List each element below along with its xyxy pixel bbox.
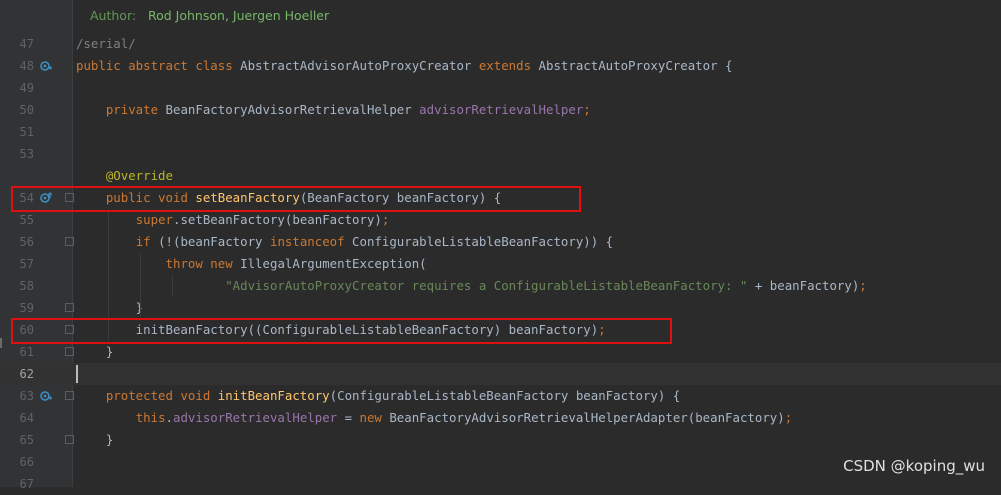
code-text: throw new IllegalArgumentException( [165, 256, 427, 271]
code-line[interactable]: 67 [0, 473, 1001, 495]
code-line[interactable]: 56 if (!(beanFactory instanceof Configur… [0, 231, 1001, 253]
line-number: 58 [19, 279, 34, 293]
code-line[interactable]: 61 } [0, 341, 1001, 363]
code-line[interactable]: 49 [0, 77, 1001, 99]
line-number: 55 [19, 213, 34, 227]
text-caret [76, 365, 78, 383]
code-line[interactable]: 51 [0, 121, 1001, 143]
code-text: } [76, 344, 114, 359]
code-line[interactable]: 48 public abstract class AbstractAdvisorA… [0, 55, 1001, 77]
fold-marker-icon[interactable] [65, 347, 74, 356]
code-line[interactable]: @Override [0, 165, 1001, 187]
highlight-box-initbeanfactory-call [11, 318, 672, 344]
author-label: Author: [90, 8, 137, 23]
code-text: } [76, 432, 114, 447]
code-text: private BeanFactoryAdvisorRetrievalHelpe… [105, 102, 591, 117]
scroll-marker [0, 338, 2, 348]
code-text: @Override [105, 168, 173, 183]
author-value: Rod Johnson, Juergen Hoeller [148, 8, 330, 23]
code-line[interactable]: 63 protected void initBeanFactory(Config… [0, 385, 1001, 407]
line-number: 48 [19, 59, 34, 73]
code-line[interactable]: 64 this.advisorRetrievalHelper = new Bea… [0, 407, 1001, 429]
code-line[interactable]: 62 [0, 363, 1001, 385]
code-line[interactable]: 47/serial/ [0, 33, 1001, 55]
line-number: 49 [19, 81, 34, 95]
line-number: 57 [19, 257, 34, 271]
implemented-method-icon[interactable] [40, 60, 52, 72]
line-number: 59 [19, 301, 34, 315]
code-text: this.advisorRetrievalHelper = new BeanFa… [135, 410, 793, 425]
javadoc-author: Author: Rod Johnson, Juergen Hoeller [90, 8, 329, 23]
code-line[interactable]: 65 } [0, 429, 1001, 451]
code-line[interactable]: 57 throw new IllegalArgumentException( [0, 253, 1001, 275]
fold-marker-icon[interactable] [65, 237, 74, 246]
watermark: CSDN @koping_wu [843, 457, 985, 475]
code-text: super.setBeanFactory(beanFactory); [135, 212, 390, 227]
highlight-box-setbeanfactory [11, 186, 581, 212]
line-number: 67 [19, 477, 34, 491]
line-number: 63 [19, 389, 34, 403]
code-text: /serial/ [76, 36, 136, 51]
line-number: 61 [19, 345, 34, 359]
line-number: 53 [19, 147, 34, 161]
code-text: "AdvisorAutoProxyCreator requires a Conf… [225, 278, 867, 293]
fold-marker-icon[interactable] [65, 435, 74, 444]
code-line[interactable]: 55 super.setBeanFactory(beanFactory); [0, 209, 1001, 231]
fold-marker-icon[interactable] [65, 303, 74, 312]
line-number: 50 [19, 103, 34, 117]
line-number: 66 [19, 455, 34, 469]
code-text: protected void initBeanFactory(Configura… [105, 388, 681, 403]
code-text: public abstract class AbstractAdvisorAut… [76, 58, 733, 73]
line-number: 47 [19, 37, 34, 51]
implemented-method-icon[interactable] [40, 390, 52, 402]
indent-guide [172, 275, 173, 297]
line-number: 51 [19, 125, 34, 139]
line-number: 62 [19, 367, 34, 381]
code-line[interactable]: 59 } [0, 297, 1001, 319]
code-text: if (!(beanFactory instanceof Configurabl… [135, 234, 614, 249]
indent-guide [140, 253, 141, 319]
code-line[interactable]: 58 "AdvisorAutoProxyCreator requires a C… [0, 275, 1001, 297]
code-line[interactable]: 50 private BeanFactoryAdvisorRetrievalHe… [0, 99, 1001, 121]
line-number: 56 [19, 235, 34, 249]
code-line[interactable]: 53 [0, 143, 1001, 165]
code-text: } [76, 300, 144, 315]
fold-marker-icon[interactable] [65, 391, 74, 400]
line-number: 64 [19, 411, 34, 425]
line-number: 65 [19, 433, 34, 447]
